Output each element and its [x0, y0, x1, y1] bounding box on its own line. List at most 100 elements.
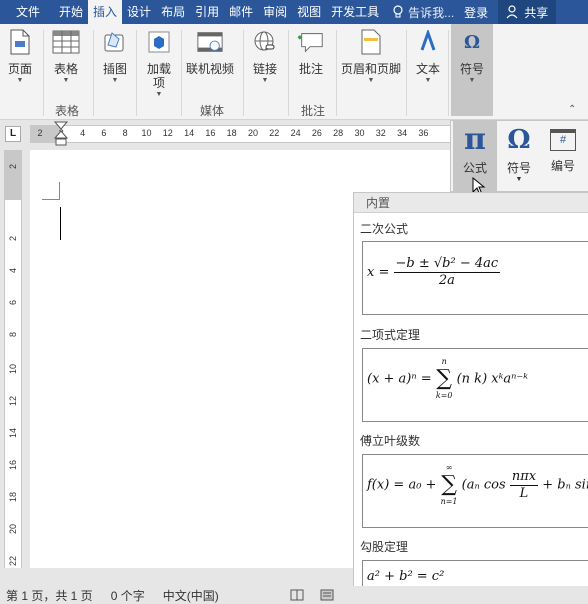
ruler-tick-label: 12 — [8, 396, 18, 407]
symbol-button[interactable]: Ω 符号 ▼ — [499, 121, 539, 191]
word-count[interactable]: 0 个字 — [111, 587, 145, 604]
text-icon — [420, 30, 436, 51]
ruler-tick-label: 2 — [8, 164, 18, 170]
indent-marker-icon[interactable] — [54, 121, 68, 147]
equation-fourier[interactable]: f(x) = a₀ + ∞∑n=1 (aₙ cos nπxL + bₙ sin — [362, 454, 588, 528]
store-icon — [148, 31, 170, 53]
tab-mailings[interactable]: 邮件 — [224, 0, 258, 24]
omega-icon: Ω — [507, 125, 531, 155]
vertical-ruler[interactable]: 2 2 4 6 8 10 12 14 16 18 20 22 — [4, 150, 22, 568]
equation-quadratic[interactable]: x = −b ± √b² − 4ac 2a — [362, 241, 588, 315]
tell-me-text: 告诉我... — [408, 5, 455, 20]
online-video-button[interactable]: 联机视频 — [186, 28, 234, 76]
ruler-tick-label: 18 — [226, 128, 237, 138]
gallery-item-title: 二项式定理 — [360, 328, 421, 342]
film-icon — [197, 32, 223, 52]
globe-link-icon — [254, 31, 275, 51]
group-label-media: 媒体 — [200, 104, 225, 118]
ruler-tick-label: 16 — [8, 460, 18, 471]
ribbon-panel: 页面 ▼ 表格 ▼ 表格 插图 ▼ 加载项 ▼ 联机视频 媒体 链接 ▼ 批注 … — [0, 24, 588, 120]
ruler-tick-label: 2 — [37, 128, 43, 138]
language-indicator[interactable]: 中文(中国) — [163, 587, 219, 604]
pages-button[interactable]: 页面 ▼ — [6, 28, 34, 85]
ruler-tick-label: 14 — [8, 428, 18, 439]
comment-icon — [297, 33, 323, 53]
ruler-tick-label: 24 — [290, 128, 301, 138]
equation-binomial[interactable]: (x + a)ⁿ = n ∑ k=0 (n k) xᵏaⁿ⁻ᵏ — [362, 348, 588, 422]
new-comment-button[interactable]: 批注 — [297, 28, 325, 76]
equation-gallery: 内置 二次公式 x = −b ± √b² − 4ac 2a 二项式定理 (x + … — [353, 192, 588, 604]
status-bar: 第 1 页，共 1 页 0 个字 中文(中国) — [0, 586, 588, 604]
chevron-down-icon: ▼ — [424, 77, 432, 84]
chevron-down-icon: ▼ — [111, 77, 119, 84]
ruler-tick-label: 4 — [80, 128, 86, 138]
page-count[interactable]: 第 1 页，共 1 页 — [6, 587, 93, 604]
group-label-comments: 批注 — [301, 104, 326, 118]
login-link[interactable]: 登录 — [464, 4, 488, 21]
tab-file[interactable]: 文件 — [0, 0, 54, 24]
horizontal-ruler[interactable]: 224681012141618202224262830323436 — [30, 125, 450, 143]
tab-review[interactable]: 审阅 — [258, 0, 292, 24]
number-button[interactable]: # 编号 — [541, 121, 585, 191]
symbols-button[interactable]: Ω 符号 ▼ — [451, 24, 493, 116]
tab-view[interactable]: 视图 — [292, 0, 326, 24]
gallery-item-title: 二次公式 — [360, 222, 409, 236]
ruler-tick-label: 14 — [184, 128, 195, 138]
ribbon-tab-bar: 文件 开始 插入 设计 布局 引用 邮件 审阅 视图 开发工具 告诉我... 登… — [0, 0, 588, 24]
table-icon — [52, 30, 80, 54]
tab-layout[interactable]: 布局 — [156, 0, 190, 24]
tab-home[interactable]: 开始 — [54, 0, 88, 24]
ruler-tick-label: 12 — [162, 128, 173, 138]
gallery-item-title: 勾股定理 — [360, 540, 409, 554]
gallery-item-title: 傅立叶级数 — [360, 434, 421, 448]
page-corner-mark — [42, 182, 60, 200]
page-icon — [10, 29, 30, 55]
ruler-tick-label: 16 — [205, 128, 216, 138]
links-button[interactable]: 链接 ▼ — [251, 28, 279, 85]
text-cursor — [60, 207, 61, 240]
chevron-down-icon: ▼ — [468, 77, 476, 84]
chevron-down-icon: ▼ — [515, 176, 523, 183]
ruler-tick-label: 20 — [247, 128, 259, 138]
share-button[interactable]: 共享 — [498, 0, 557, 24]
chevron-down-icon: ▼ — [261, 77, 269, 84]
tab-references[interactable]: 引用 — [190, 0, 224, 24]
text-button[interactable]: 文本 ▼ — [414, 28, 442, 85]
share-label: 共享 — [524, 5, 549, 20]
omega-icon: Ω — [463, 31, 481, 53]
ruler-tick-label: 18 — [8, 492, 18, 503]
collapse-ribbon-icon[interactable]: ⌃ — [568, 104, 576, 115]
person-icon — [506, 5, 518, 19]
ruler-tick-label: 6 — [101, 128, 107, 138]
shapes-icon — [104, 32, 124, 52]
tab-insert[interactable]: 插入 — [88, 0, 123, 24]
pi-icon: π — [464, 122, 486, 157]
ruler-tick-label: 8 — [122, 128, 128, 138]
number-icon: # — [550, 129, 576, 151]
chevron-down-icon: ▼ — [367, 77, 375, 84]
ruler-tick-label: 34 — [397, 128, 408, 138]
ruler-tick-label: 32 — [375, 128, 386, 138]
tab-developer[interactable]: 开发工具 — [326, 0, 384, 24]
tab-selector[interactable]: L — [5, 126, 21, 142]
ruler-tick-label: 10 — [8, 364, 18, 375]
header-footer-icon — [361, 29, 381, 55]
ruler-tick-label: 36 — [418, 128, 429, 138]
gallery-header: 内置 — [354, 193, 588, 213]
ruler-tick-label: 26 — [311, 128, 322, 138]
ruler-tick-label: 8 — [8, 332, 18, 338]
illustrations-button[interactable]: 插图 ▼ — [101, 28, 129, 85]
ruler-tick-label: 4 — [8, 268, 18, 274]
header-footer-button[interactable]: 页眉和页脚 ▼ — [341, 28, 401, 85]
tell-me-box[interactable]: 告诉我... — [384, 4, 454, 21]
group-label-table: 表格 — [55, 104, 80, 118]
symbols-dropdown: π 公式 Ω 符号 ▼ # 编号 — [450, 120, 588, 192]
print-layout-icon[interactable] — [320, 589, 334, 601]
addins-button[interactable]: 加载项 ▼ — [144, 28, 174, 99]
lightbulb-icon — [393, 5, 403, 18]
ruler-tick-label: 30 — [354, 128, 365, 138]
table-button[interactable]: 表格 ▼ — [52, 28, 80, 85]
tab-design[interactable]: 设计 — [122, 0, 156, 24]
ruler-tick-label: 10 — [141, 128, 152, 138]
read-mode-icon[interactable] — [290, 589, 304, 601]
